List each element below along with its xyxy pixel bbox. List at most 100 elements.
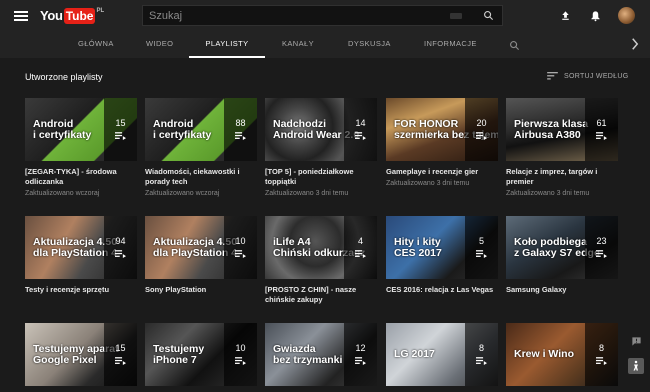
playlist-card[interactable]: LG 2017 8 bbox=[386, 323, 498, 392]
playlist-icon bbox=[596, 357, 607, 366]
channel-search-icon[interactable] bbox=[509, 38, 520, 56]
video-count: 20 bbox=[476, 118, 487, 128]
playlist-thumbnail[interactable]: Testujemy aparat Google Pixel 15 bbox=[25, 323, 137, 386]
keyboard-icon[interactable] bbox=[450, 12, 462, 19]
search-box bbox=[142, 5, 503, 26]
top-bar: You Tube PL bbox=[0, 0, 650, 31]
playlist-card[interactable]: Gwiazda bez trzymanki 12 bbox=[265, 323, 377, 392]
playlist-thumbnail[interactable]: Krew i Wino 8 bbox=[506, 323, 618, 386]
playlist-icon bbox=[355, 357, 366, 366]
tab-informacje[interactable]: INFORMACJE bbox=[424, 31, 477, 58]
playlist-thumbnail[interactable]: Aktualizacja 4.50 dla PlayStation 4 94 bbox=[25, 216, 137, 279]
playlist-title[interactable]: Relacje z imprez, targów i premier bbox=[506, 167, 618, 187]
playlist-updated: Zaktualizowano wczoraj bbox=[145, 190, 220, 197]
playlist-thumbnail[interactable]: Testujemy iPhone 7 10 bbox=[145, 323, 257, 386]
thumbnail-caption: Android i certyfikaty bbox=[153, 98, 225, 161]
playlist-title[interactable]: [PROSTO Z CHIN] - nasze chińskie zakupy bbox=[265, 285, 377, 305]
thumbnail-caption-line1: Testujemy aparat bbox=[33, 342, 119, 355]
playlist-count-overlay: 61 bbox=[585, 98, 618, 161]
playlist-card[interactable]: Aktualizacja 4.50 dla PlayStation 4 94 T… bbox=[25, 216, 137, 298]
playlist-thumbnail[interactable]: Gwiazda bez trzymanki 12 bbox=[265, 323, 377, 386]
playlist-card[interactable]: Android i certyfikaty 88 Wiadomości, cie… bbox=[145, 98, 257, 197]
playlist-title[interactable]: Sony PlayStation bbox=[145, 285, 257, 295]
playlist-thumbnail[interactable]: Android i certyfikaty 88 bbox=[145, 98, 257, 161]
playlist-title[interactable]: Gameplaye i recenzje gier bbox=[386, 167, 498, 177]
playlist-card[interactable]: Krew i Wino 8 bbox=[506, 323, 618, 392]
playlist-count-overlay: 20 bbox=[465, 98, 498, 161]
thumbnail-caption-line1: Testujemy bbox=[153, 342, 205, 355]
playlist-title[interactable]: Samsung Galaxy bbox=[506, 285, 618, 295]
sort-button[interactable]: SORTUJ WEDŁUG bbox=[547, 72, 628, 80]
accessibility-icon[interactable] bbox=[628, 358, 644, 374]
thumbnail-caption: Krew i Wino bbox=[514, 323, 586, 386]
playlist-card[interactable]: Hity i kity CES 2017 5 CES 2016: relacja… bbox=[386, 216, 498, 298]
playlist-thumbnail[interactable]: Hity i kity CES 2017 5 bbox=[386, 216, 498, 279]
playlist-icon bbox=[355, 132, 366, 141]
playlist-thumbnail[interactable]: Aktualizacja 4.50 dla PlayStation 4 10 bbox=[145, 216, 257, 279]
thumbnail-caption: Testujemy aparat Google Pixel bbox=[33, 323, 119, 386]
playlist-title[interactable]: CES 2016: relacja z Las Vegas bbox=[386, 285, 498, 295]
channel-tabs: GŁÓWNA WIDEO PLAYLISTY KANAŁY DYSKUSJA I… bbox=[0, 31, 650, 58]
playlist-count-overlay: 14 bbox=[344, 98, 377, 161]
playlist-updated: Zaktualizowano 3 dni temu bbox=[386, 180, 470, 187]
playlist-title[interactable]: [ZEGAR-TYKA] - środowa odliczanka bbox=[25, 167, 137, 187]
video-count: 5 bbox=[478, 236, 484, 246]
playlist-thumbnail[interactable]: LG 2017 8 bbox=[386, 323, 498, 386]
tab-dyskusja[interactable]: DYSKUSJA bbox=[348, 31, 391, 58]
playlist-card[interactable]: Aktualizacja 4.50 dla PlayStation 4 10 S… bbox=[145, 216, 257, 298]
playlist-card[interactable]: Testujemy aparat Google Pixel 15 bbox=[25, 323, 137, 392]
playlist-title[interactable]: [TOP 5] - poniedziałkowe toppiątki bbox=[265, 167, 377, 187]
playlist-icon bbox=[476, 132, 487, 141]
thumbnail-caption-line1: LG 2017 bbox=[394, 348, 435, 360]
logo-tube: Tube bbox=[63, 7, 96, 24]
thumbnail-caption-line2: z Galaxy S7 edge bbox=[514, 246, 600, 259]
feedback-icon[interactable] bbox=[630, 335, 642, 347]
search-input[interactable] bbox=[143, 9, 450, 22]
thumbnail-caption-line2: Chiński odkurzacz bbox=[273, 246, 366, 259]
section-title: Utworzone playlisty bbox=[25, 72, 103, 82]
playlist-updated: Zaktualizowano 3 dni temu bbox=[265, 190, 349, 197]
playlist-card[interactable]: Koło podbiega z Galaxy S7 edge 23 Samsun… bbox=[506, 216, 618, 298]
playlist-count-overlay: 12 bbox=[344, 323, 377, 386]
thumbnail-caption-line2: i certyfikaty bbox=[153, 128, 212, 141]
thumbnail-caption-line2: i certyfikaty bbox=[33, 128, 92, 141]
tab-glowna[interactable]: GŁÓWNA bbox=[78, 31, 114, 58]
thumbnail-caption-line2: Airbusa A380 bbox=[514, 128, 581, 141]
thumbnail-caption: iLife A4 Chiński odkurzacz bbox=[273, 216, 366, 279]
thumbnail-caption-line2: szermierka bez tajemnic bbox=[394, 128, 498, 141]
tab-wideo[interactable]: WIDEO bbox=[146, 31, 173, 58]
tab-kanaly[interactable]: KANAŁY bbox=[282, 31, 314, 58]
thumbnail-caption-line2: CES 2017 bbox=[394, 246, 442, 259]
playlist-card[interactable]: Pierwsza klasa Airbusa A380 61 Relacje z… bbox=[506, 98, 618, 197]
bell-icon[interactable] bbox=[588, 9, 602, 23]
youtube-logo[interactable]: You Tube PL bbox=[40, 7, 105, 24]
playlist-title[interactable]: Wiadomości, ciekawostki i porady tech bbox=[145, 167, 257, 187]
avatar[interactable] bbox=[618, 7, 635, 24]
video-count: 12 bbox=[355, 343, 366, 353]
search-button[interactable] bbox=[474, 6, 502, 25]
playlist-title[interactable]: Testy i recenzje sprzętu bbox=[25, 285, 137, 295]
playlist-count-overlay: 94 bbox=[104, 216, 137, 279]
tab-playlisty[interactable]: PLAYLISTY bbox=[189, 31, 265, 58]
playlist-thumbnail[interactable]: Pierwsza klasa Airbusa A380 61 bbox=[506, 98, 618, 161]
logo-country: PL bbox=[96, 7, 105, 14]
hamburger-menu-icon[interactable] bbox=[14, 10, 28, 21]
playlist-thumbnail[interactable]: FOR HONOR szermierka bez tajemnic 20 bbox=[386, 98, 498, 161]
playlist-card[interactable]: Testujemy iPhone 7 10 bbox=[145, 323, 257, 392]
playlist-card[interactable]: Nadchodzi Android Wear 2.0 14 [TOP 5] - … bbox=[265, 98, 377, 197]
playlist-thumbnail[interactable]: Nadchodzi Android Wear 2.0 14 bbox=[265, 98, 377, 161]
thumbnail-caption-line1: iLife A4 bbox=[273, 235, 311, 248]
thumbnail-caption-line1: Koło podbiega bbox=[514, 235, 587, 248]
thumbnail-caption: Aktualizacja 4.50 dla PlayStation 4 bbox=[33, 216, 117, 279]
playlist-card[interactable]: Android i certyfikaty 15 [ZEGAR-TYKA] - … bbox=[25, 98, 137, 197]
playlist-thumbnail[interactable]: Koło podbiega z Galaxy S7 edge 23 bbox=[506, 216, 618, 279]
playlist-card[interactable]: iLife A4 Chiński odkurzacz 4 [PROSTO Z C… bbox=[265, 216, 377, 308]
chevron-right-icon[interactable] bbox=[631, 37, 639, 55]
playlist-count-overlay: 8 bbox=[585, 323, 618, 386]
playlist-card[interactable]: FOR HONOR szermierka bez tajemnic 20 Gam… bbox=[386, 98, 498, 187]
playlist-thumbnail[interactable]: iLife A4 Chiński odkurzacz 4 bbox=[265, 216, 377, 279]
playlist-count-overlay: 23 bbox=[585, 216, 618, 279]
upload-icon[interactable] bbox=[558, 9, 572, 23]
thumbnail-caption: Pierwsza klasa Airbusa A380 bbox=[514, 98, 588, 161]
playlist-thumbnail[interactable]: Android i certyfikaty 15 bbox=[25, 98, 137, 161]
